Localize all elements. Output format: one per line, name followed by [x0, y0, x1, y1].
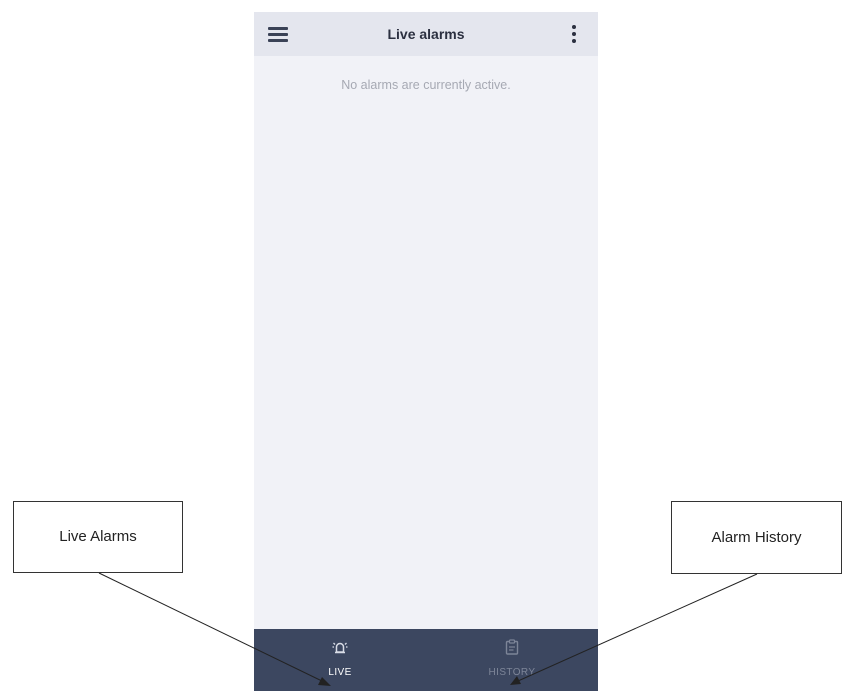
clipboard-history-icon: [505, 639, 519, 655]
callout-live-alarms: Live Alarms: [13, 501, 183, 573]
page-title: Live alarms: [387, 26, 465, 42]
more-dot: [572, 32, 576, 36]
more-dot: [572, 39, 576, 43]
app-bar: Live alarms: [254, 12, 598, 56]
page: Live alarms No alarms are currently acti…: [0, 0, 850, 698]
menu-bar-line: [268, 27, 288, 30]
menu-bar-line: [268, 33, 288, 36]
menu-bar-line: [268, 39, 288, 42]
nav-tab-history-label: HISTORY: [488, 667, 536, 678]
hamburger-menu-icon[interactable]: [264, 20, 292, 48]
empty-state-message: No alarms are currently active.: [341, 78, 511, 92]
nav-tab-live[interactable]: LIVE: [254, 629, 426, 691]
phone-screen: Live alarms No alarms are currently acti…: [254, 12, 598, 691]
more-dot: [572, 25, 576, 29]
nav-tab-history[interactable]: HISTORY: [426, 629, 598, 691]
bottom-navigation: LIVE HISTORY: [254, 629, 598, 691]
callout-alarm-history: Alarm History: [671, 501, 842, 574]
nav-tab-live-label: LIVE: [328, 667, 352, 678]
alarm-bell-icon: [332, 642, 348, 654]
more-vert-icon[interactable]: [562, 20, 586, 48]
